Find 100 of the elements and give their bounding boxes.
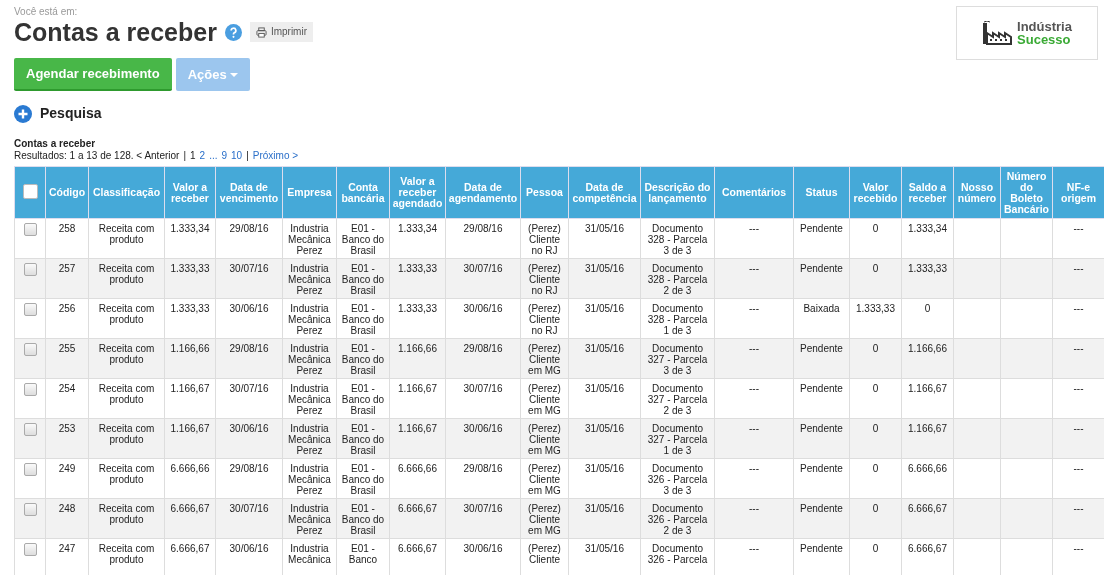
table-cell: Receita com produto xyxy=(88,498,165,539)
row-checkbox[interactable] xyxy=(23,223,37,236)
search-toggle[interactable]: Pesquisa xyxy=(14,103,102,124)
row-checkbox[interactable] xyxy=(23,303,37,316)
row-checkbox[interactable] xyxy=(23,343,37,356)
separator-text: | xyxy=(183,150,186,162)
table-cell: Receita com produto xyxy=(88,378,165,419)
table-cell: 6.666,66 xyxy=(389,458,446,499)
table-cell: Documento 326 - Parcela 3 de 3 xyxy=(640,458,715,499)
table-cell: 1.166,67 xyxy=(164,418,216,459)
select-all-checkbox[interactable] xyxy=(22,184,38,199)
column-header[interactable]: Data de competência xyxy=(568,166,641,219)
table-title: Contas a receber xyxy=(14,138,97,150)
table-cell: 0 xyxy=(849,338,902,379)
page-title: Contas a receber xyxy=(14,18,217,46)
row-checkbox[interactable] xyxy=(23,263,37,276)
column-header[interactable]: Valor recebido xyxy=(849,166,902,219)
breadcrumb-label: Você está em: xyxy=(14,6,79,18)
table-cell: Receita com produto xyxy=(88,338,165,379)
table-cell: 0 xyxy=(849,418,902,459)
table-cell: 31/05/16 xyxy=(568,338,641,379)
row-checkbox[interactable] xyxy=(23,463,37,476)
table-cell: --- xyxy=(1052,258,1104,299)
table-cell: E01 - Banco do Brasil xyxy=(336,338,390,379)
column-header[interactable]: Classificação xyxy=(88,166,165,219)
table-cell: 1.166,67 xyxy=(389,378,446,419)
table-cell: 253 xyxy=(45,418,89,459)
table-cell: --- xyxy=(714,218,794,259)
column-header[interactable]: Saldo a receber xyxy=(901,166,954,219)
table-cell: Receita com produto xyxy=(88,218,165,259)
table-cell: Industria Mecânica Perez xyxy=(282,418,337,459)
print-button[interactable]: Imprimir xyxy=(249,22,313,42)
column-header[interactable]: Comentários xyxy=(714,166,794,219)
table-cell: Receita com produto xyxy=(88,258,165,299)
table-cell: 29/08/16 xyxy=(445,218,521,259)
table-cell: Pendente xyxy=(793,418,850,459)
table-cell: Industria Mecânica Perez xyxy=(282,218,337,259)
table-cell: E01 - Banco do Brasil xyxy=(336,458,390,499)
column-header[interactable]: NF-e origem xyxy=(1052,166,1104,219)
table-cell: E01 - Banco do Brasil xyxy=(336,418,390,459)
table-cell: Industria Mecânica Perez xyxy=(282,298,337,339)
row-checkbox[interactable] xyxy=(23,423,37,436)
column-header[interactable]: Número do Boleto Bancário xyxy=(1000,166,1053,219)
help-icon[interactable] xyxy=(224,23,242,41)
column-header[interactable]: Valor a receber agendado xyxy=(389,166,446,219)
table-cell: (Perez) Cliente no RJ xyxy=(520,298,569,339)
row-checkbox[interactable] xyxy=(23,503,37,516)
table-cell: --- xyxy=(714,498,794,539)
column-header[interactable]: Conta bancária xyxy=(336,166,390,219)
table-cell: --- xyxy=(714,298,794,339)
table-cell: 1.333,33 xyxy=(389,298,446,339)
table-cell: Baixada xyxy=(793,298,850,339)
table-cell: --- xyxy=(714,458,794,499)
page-link[interactable]: 1 xyxy=(190,150,196,162)
table-cell: (Perez) Cliente em MG xyxy=(520,458,569,499)
table-cell: 0 xyxy=(849,258,902,299)
table-cell: 0 xyxy=(849,458,902,499)
table-cell: 31/05/16 xyxy=(568,498,641,539)
table-cell: 6.666,66 xyxy=(901,458,954,499)
table-cell: Documento 328 - Parcela 3 de 3 xyxy=(640,218,715,259)
column-header[interactable]: Data de vencimento xyxy=(215,166,283,219)
page-link[interactable]: 9 xyxy=(221,150,228,162)
page-link[interactable]: 10 xyxy=(231,150,243,162)
table-cell: 6.666,66 xyxy=(164,458,216,499)
table-cell: Pendente xyxy=(793,218,850,259)
table-cell: 31/05/16 xyxy=(568,378,641,419)
table-cell: --- xyxy=(714,258,794,299)
table-cell: Pendente xyxy=(793,378,850,419)
column-header[interactable]: Data de agendamento xyxy=(445,166,521,219)
table-cell: Pendente xyxy=(793,458,850,499)
table-cell: Documento 327 - Parcela 3 de 3 xyxy=(640,338,715,379)
table-cell: 30/07/16 xyxy=(445,258,521,299)
table-cell: 1.166,67 xyxy=(901,418,954,459)
table-cell: 1.333,33 xyxy=(389,258,446,299)
table-cell: E01 - Banco do Brasil xyxy=(336,218,390,259)
column-header[interactable]: Descrição do lançamento xyxy=(640,166,715,219)
row-checkbox[interactable] xyxy=(23,383,37,396)
column-header[interactable]: Pessoa xyxy=(520,166,569,219)
table-cell: 31/05/16 xyxy=(568,458,641,499)
table-cell: 0 xyxy=(849,218,902,259)
table-cell: 257 xyxy=(45,258,89,299)
column-header[interactable]: Empresa xyxy=(282,166,337,219)
next-link[interactable]: Próximo > xyxy=(252,150,299,162)
column-header[interactable]: Valor a receber xyxy=(164,166,216,219)
schedule-button[interactable]: Agendar recebimento xyxy=(14,58,172,91)
table-cell: 255 xyxy=(45,338,89,379)
row-checkbox[interactable] xyxy=(23,543,37,556)
column-header[interactable]: Status xyxy=(793,166,850,219)
column-header[interactable]: Nosso número xyxy=(953,166,1001,219)
table-cell: 0 xyxy=(901,298,954,339)
caret-icon xyxy=(230,72,239,78)
page-link[interactable]: 2 xyxy=(199,150,206,162)
logo-text: Indústria xyxy=(1017,20,1072,33)
table-cell: Pendente xyxy=(793,338,850,379)
page-link[interactable]: ... xyxy=(209,150,218,162)
table-cell: 1.333,33 xyxy=(849,298,902,339)
column-header[interactable]: Código xyxy=(45,166,89,219)
table-cell: 1.166,66 xyxy=(389,338,446,379)
table-cell: 30/07/16 xyxy=(215,258,283,299)
separator-text: | xyxy=(246,150,249,162)
